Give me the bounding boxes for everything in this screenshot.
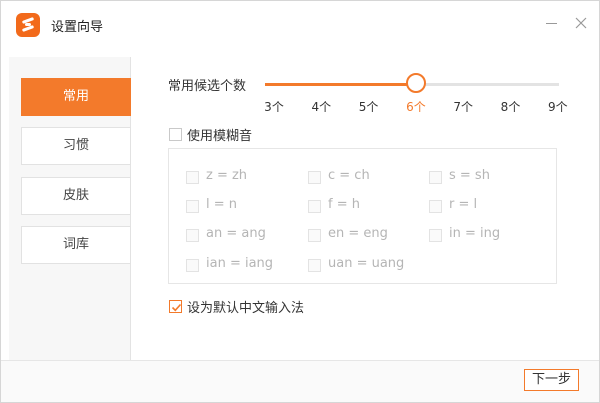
fuzzy-option-label: in = ing xyxy=(449,226,501,241)
close-icon xyxy=(575,17,587,29)
fuzzy-option-checkbox[interactable] xyxy=(186,200,199,213)
fuzzy-option-checkbox[interactable] xyxy=(186,171,199,184)
fuzzy-option-label: c = ch xyxy=(328,168,370,183)
sidebar-item-common[interactable]: 常用 xyxy=(21,78,131,116)
fuzzy-option-checkbox[interactable] xyxy=(308,171,321,184)
fuzzy-option-label: f = h xyxy=(328,197,360,212)
close-button[interactable] xyxy=(571,13,591,33)
slider-tick-label[interactable]: 9个 xyxy=(548,98,568,115)
next-step-button[interactable]: 下一步 xyxy=(524,369,579,391)
fuzzy-option-checkbox[interactable] xyxy=(429,171,442,184)
minimize-button[interactable] xyxy=(541,13,561,33)
sidebar-item-dictionary[interactable]: 词库 xyxy=(21,226,131,264)
minimize-icon xyxy=(545,23,557,24)
fuzzy-option-checkbox[interactable] xyxy=(429,200,442,213)
checkmark-icon xyxy=(171,303,182,312)
default-ime-checkbox[interactable] xyxy=(169,300,182,313)
slider-fill xyxy=(265,83,416,86)
slider-tick-label[interactable]: 6个 xyxy=(406,98,426,115)
candidate-count-label: 常用候选个数 xyxy=(168,79,247,94)
fuzzy-option-label: l = n xyxy=(206,197,238,212)
fuzzy-option-label: r = l xyxy=(449,197,478,212)
fuzzy-pinyin-checkbox[interactable] xyxy=(169,128,182,141)
sidebar-item-habits[interactable]: 习惯 xyxy=(21,127,131,165)
slider-tick-label[interactable]: 7个 xyxy=(453,98,473,115)
fuzzy-option-label: en = eng xyxy=(328,226,388,241)
slider-tick-label[interactable]: 5个 xyxy=(359,98,379,115)
default-ime-label: 设为默认中文输入法 xyxy=(187,301,305,316)
footer-bar xyxy=(1,360,599,402)
fuzzy-option-checkbox[interactable] xyxy=(186,229,199,242)
fuzzy-option-checkbox[interactable] xyxy=(308,200,321,213)
fuzzy-option-checkbox[interactable] xyxy=(186,259,199,272)
candidate-count-slider-thumb[interactable] xyxy=(405,73,426,93)
fuzzy-option-label: s = sh xyxy=(449,168,490,183)
fuzzy-option-checkbox[interactable] xyxy=(308,229,321,242)
slider-tick-label[interactable]: 4个 xyxy=(311,98,331,115)
app-logo-icon xyxy=(16,13,40,37)
fuzzy-pinyin-label: 使用模糊音 xyxy=(187,129,253,144)
slider-tick-label[interactable]: 8个 xyxy=(501,98,521,115)
fuzzy-option-label: ian = iang xyxy=(206,256,274,271)
fuzzy-option-checkbox[interactable] xyxy=(308,259,321,272)
setup-wizard-window: 设置向导 常用 习惯 皮肤 词库 常用候选个数 3个 4个 5个 6个 7个 8个 9个 使… xyxy=(0,0,600,403)
slider-tick-label[interactable]: 3个 xyxy=(264,98,284,115)
fuzzy-option-label: an = ang xyxy=(206,226,266,241)
sidebar-item-skins[interactable]: 皮肤 xyxy=(21,177,131,215)
settings-sidebar: 常用 习惯 皮肤 词库 xyxy=(9,57,131,360)
fuzzy-option-label: uan = uang xyxy=(328,256,405,271)
title-bar: 设置向导 xyxy=(1,1,599,47)
fuzzy-option-label: z = zh xyxy=(206,168,248,183)
fuzzy-option-checkbox[interactable] xyxy=(429,229,442,242)
window-title: 设置向导 xyxy=(51,20,104,35)
